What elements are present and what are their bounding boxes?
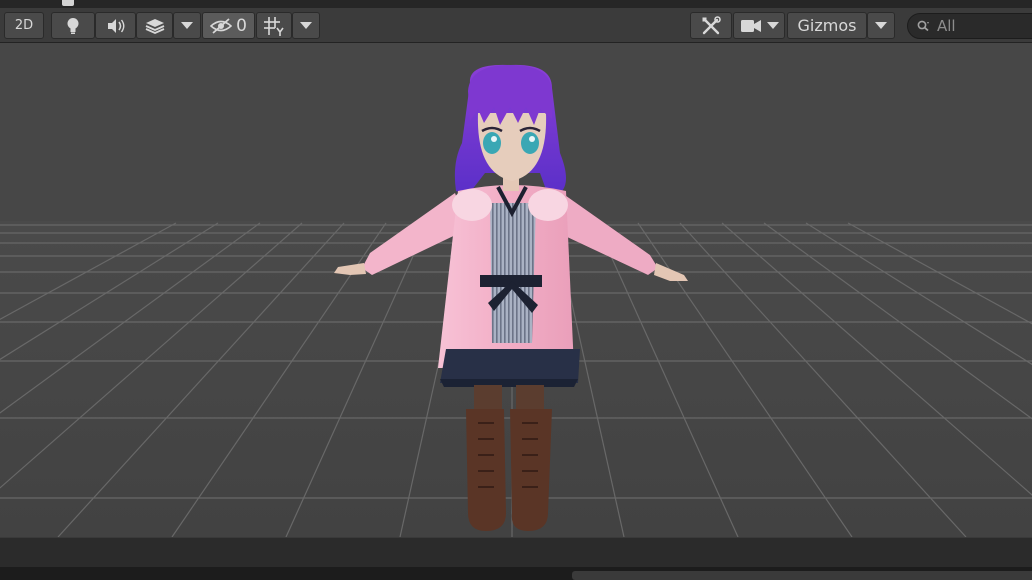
grid-dropdown-button[interactable] (292, 12, 320, 39)
scene-tools-button[interactable] (690, 12, 732, 39)
2d-toggle-button[interactable]: 2D (4, 12, 44, 39)
grid-toggle-button[interactable] (256, 12, 292, 39)
scene-toolbar: 2D 0 Gizmos All (0, 8, 1032, 43)
tools-icon (701, 15, 721, 36)
search-input[interactable] (937, 17, 1032, 35)
camera-icon (740, 19, 762, 33)
horizontal-scrollbar[interactable] (572, 571, 1032, 580)
search-icon (917, 17, 931, 36)
search-field[interactable] (907, 13, 1032, 39)
effects-dropdown-button[interactable] (173, 12, 201, 39)
camera-settings-button[interactable] (733, 12, 785, 39)
scene-visibility-toggle-button[interactable]: 0 (202, 12, 255, 39)
audio-toggle-button[interactable] (95, 12, 136, 39)
scene-status-strip (0, 537, 1032, 567)
lighting-toggle-button[interactable] (51, 12, 95, 39)
lightbulb-icon (66, 17, 80, 35)
gizmos-toggle-button[interactable]: Gizmos (787, 12, 867, 39)
scene-tab-icon (62, 0, 74, 6)
chevron-down-icon (875, 21, 887, 30)
speaker-icon (106, 18, 126, 34)
eye-slash-icon (210, 17, 233, 34)
hidden-objects-count: 0 (236, 15, 247, 36)
gizmos-dropdown-button[interactable] (867, 12, 895, 39)
effects-toggle-button[interactable] (136, 12, 173, 39)
grid-icon (263, 16, 285, 36)
layers-icon (145, 18, 165, 34)
scene-canvas (0, 43, 1032, 537)
chevron-down-icon (181, 21, 193, 30)
chevron-down-icon (300, 21, 312, 30)
scene-bottom-bar (0, 537, 1032, 580)
window-tab-strip (0, 0, 1032, 8)
chevron-down-icon (766, 21, 779, 30)
scene-viewport[interactable] (0, 43, 1032, 537)
